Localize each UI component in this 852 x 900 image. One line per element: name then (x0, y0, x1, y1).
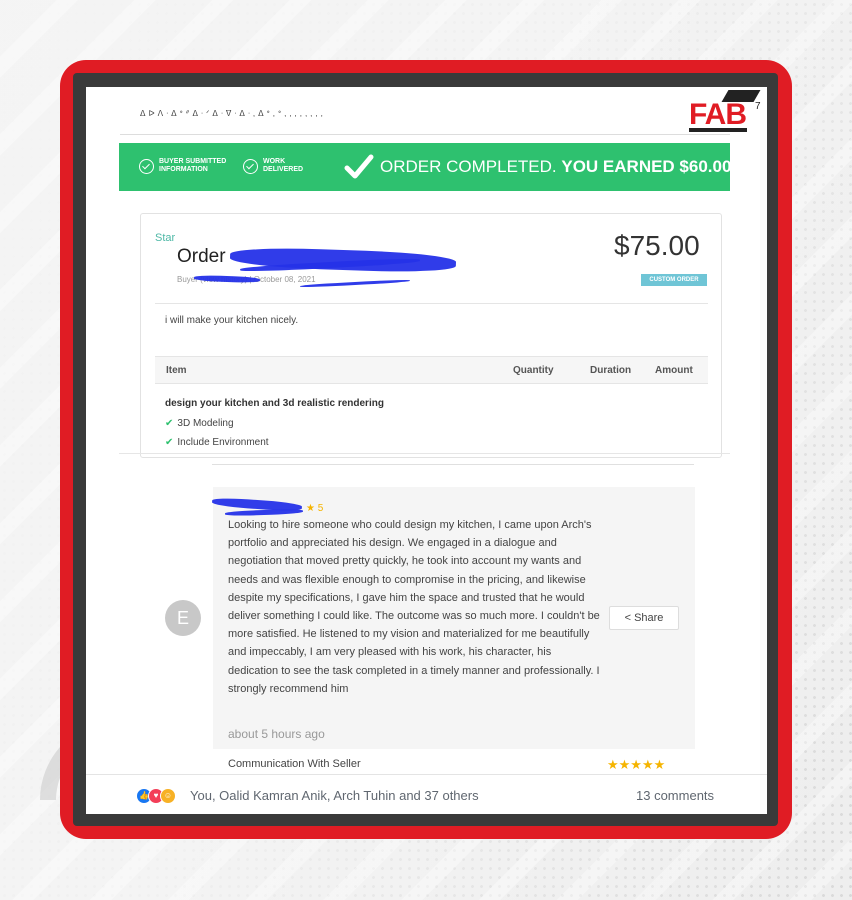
check-circle-icon (243, 158, 258, 174)
custom-order-badge: CUSTOM ORDER (641, 274, 707, 286)
earned-amount: YOU EARNED $60.00 (561, 157, 732, 176)
review-time: about 5 hours ago (228, 727, 325, 741)
star-label: Star (155, 232, 176, 244)
logo-text: FAB (689, 98, 747, 131)
completion-message: ORDER COMPLETED. YOU EARNED $60.00 (380, 156, 731, 178)
order-completed-banner: BUYER SUBMITTED INFORMATION WORK DELIVER… (119, 143, 731, 191)
feature-item: ✔ Include Environment (165, 437, 269, 448)
share-button[interactable]: < Share (609, 606, 679, 630)
col-item: Item (166, 365, 187, 376)
reactions[interactable]: 👍 ♥ ☺ (136, 788, 186, 804)
col-quantity: Quantity (513, 365, 554, 376)
review-text: Looking to hire someone who could design… (228, 519, 600, 695)
logo-tagline-bar (689, 128, 747, 132)
avatar: E (165, 600, 201, 636)
checkmark-icon (344, 154, 374, 179)
col-amount: Amount (655, 365, 693, 376)
col-duration: Duration (590, 365, 632, 376)
share-icon: < (624, 612, 631, 624)
check-icon: ✔ (165, 437, 174, 448)
rating-value: 5 (317, 503, 324, 514)
divider (155, 303, 708, 304)
divider (119, 453, 730, 454)
check-icon: ✔ (165, 418, 174, 429)
feature-item: ✔ 3D Modeling (165, 418, 234, 429)
communication-label: Communication With Seller (228, 758, 361, 770)
check-circle-icon (139, 158, 154, 174)
order-title: Order (177, 246, 226, 267)
feature-label: 3D Modeling (177, 418, 234, 429)
star-icon: ★ (306, 503, 315, 514)
divider (120, 134, 730, 135)
fab-logo: FAB 7 (689, 88, 765, 136)
feature-label: Include Environment (177, 437, 269, 448)
logo-tassel: 7 (755, 101, 761, 112)
rating: ★ 5 (306, 503, 323, 514)
step-work-delivered: WORK DELIVERED (243, 158, 303, 174)
header-scribble: ᐃᐅᐱᐧᐃᐤᐥᐃᐧᐟᐃᐧᐁᐧᐃᐧ,ᐃᐤ,ᐤ,,,,,,,, (140, 109, 326, 118)
items-table-header: Item Quantity Duration Amount (155, 356, 708, 384)
step-buyer-submitted: BUYER SUBMITTED INFORMATION (139, 158, 226, 174)
step-label: WORK DELIVERED (263, 158, 304, 173)
care-icon: ☺ (160, 788, 176, 804)
step-label: BUYER SUBMITTED INFORMATION (159, 158, 227, 173)
reaction-names[interactable]: You, Oalid Kamran Anik, Arch Tuhin and 3… (190, 788, 479, 803)
communication-stars: ★★★★★ (607, 757, 666, 772)
order-price: $75.00 (614, 230, 700, 261)
divider (212, 464, 694, 465)
item-name: design your kitchen and 3d realistic ren… (165, 398, 384, 409)
message-prefix: ORDER COMPLETED. (380, 157, 562, 176)
order-description: i will make your kitchen nicely. (165, 315, 299, 326)
comments-count[interactable]: 13 comments (636, 788, 714, 803)
share-label: Share (634, 612, 664, 624)
